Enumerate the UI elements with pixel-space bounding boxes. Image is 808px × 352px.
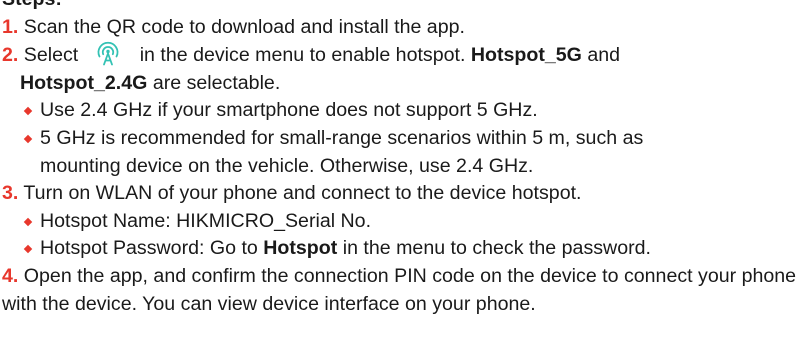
step-2-text-end: are selectable. <box>147 71 281 94</box>
step-2-hotspot-24g: Hotspot_2.4G <box>20 71 148 94</box>
diamond-bullet-icon <box>23 134 33 144</box>
step-4-number: 4. <box>2 264 19 287</box>
step-3: 3. Turn on WLAN of your phone and connec… <box>2 180 806 208</box>
step-2-bullet-2-text-cont: mounting device on the vehicle. Otherwis… <box>40 154 534 177</box>
step-3-bullet-2: Hotspot Password: Go to Hotspot in the m… <box>2 235 806 263</box>
hotspot-icon <box>94 41 122 67</box>
step-2: 2. Select in the device menu to enable h… <box>2 41 806 70</box>
step-3-bullet-1-text: Hotspot Name: HIKMICRO_Serial No. <box>40 209 372 232</box>
step-4: 4. Open the app, and confirm the connect… <box>2 263 806 318</box>
diamond-bullet-icon <box>23 245 33 254</box>
step-3-bullet-2-text-post: in the menu to check the password. <box>337 237 651 260</box>
step-2-bullet-2: 5 GHz is recommended for small-range sce… <box>2 125 806 153</box>
step-2-bullet-1-text: Use 2.4 GHz if your smartphone does not … <box>40 99 538 122</box>
step-3-hotspot-menu: Hotspot <box>263 237 338 260</box>
diamond-bullet-icon <box>23 107 33 116</box>
step-2-number: 2. <box>2 44 19 67</box>
step-4-text: Open the app, and confirm the connection… <box>2 264 797 315</box>
step-1-text: Scan the QR code to download and install… <box>18 15 465 38</box>
step-2-continuation: Hotspot_2.4G are selectable. <box>2 70 806 98</box>
step-2-bullet-2-continuation: mounting device on the vehicle. Otherwis… <box>2 153 806 181</box>
steps-heading: Steps: <box>2 0 806 14</box>
diamond-bullet-icon <box>23 217 33 226</box>
step-2-text-mid: and <box>581 44 621 67</box>
step-2-hotspot-5g: Hotspot_5G <box>470 44 582 67</box>
step-3-bullet-2-text-pre: Hotspot Password: Go to <box>40 237 264 260</box>
step-2-text-post: in the device menu to enable hotspot. <box>139 44 471 67</box>
step-2-text-pre: Select <box>18 44 84 67</box>
step-1: 1. Scan the QR code to download and inst… <box>2 14 806 42</box>
step-2-bullet-1: Use 2.4 GHz if your smartphone does not … <box>2 97 806 125</box>
step-3-number: 3. <box>2 182 19 205</box>
step-2-bullet-2-text: 5 GHz is recommended for small-range sce… <box>40 126 644 149</box>
instruction-document: Steps: 1. Scan the QR code to download a… <box>2 0 806 318</box>
step-3-text: Turn on WLAN of your phone and connect t… <box>18 182 582 205</box>
step-3-bullet-1: Hotspot Name: HIKMICRO_Serial No. <box>2 208 806 236</box>
step-1-number: 1. <box>2 15 19 38</box>
